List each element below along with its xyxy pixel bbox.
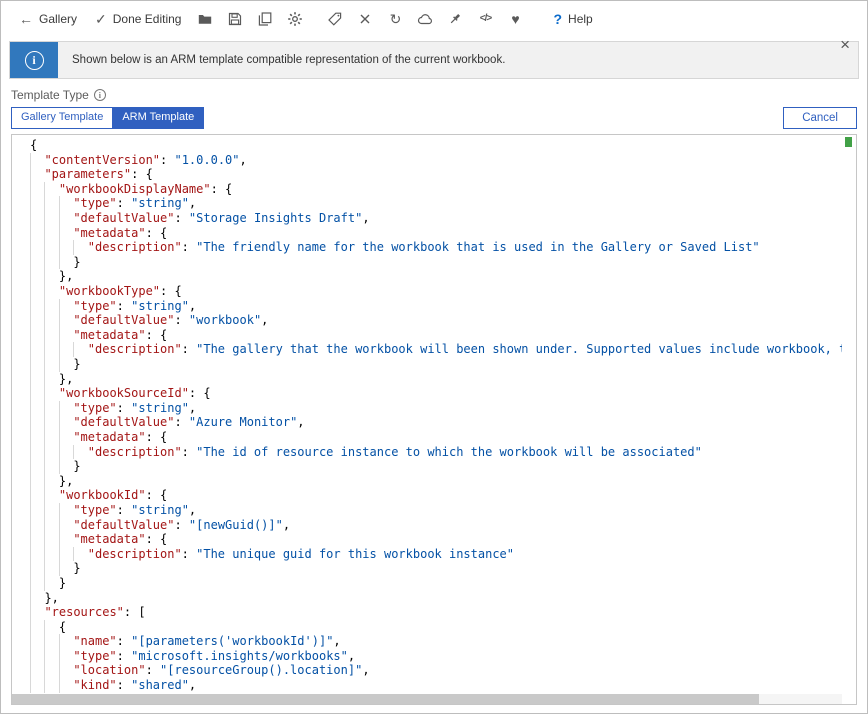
tab-arm-template[interactable]: ARM Template: [112, 107, 204, 128]
code-line: "metadata": {: [30, 328, 842, 343]
info-banner: i Shown below is an ARM template compati…: [9, 41, 859, 79]
code-line: "workbookDisplayName": {: [30, 182, 842, 197]
code-line: }: [30, 357, 842, 372]
save-as-icon: [257, 11, 273, 27]
code-line: "defaultValue": "[newGuid()]",: [30, 518, 842, 533]
cloud-button[interactable]: [411, 6, 439, 32]
code-line: "defaultValue": "Azure Monitor",: [30, 415, 842, 430]
code-line: "parameters": {: [30, 167, 842, 182]
code-line: "workbookType": {: [30, 284, 842, 299]
code-line: "metadata": {: [30, 532, 842, 547]
close-button[interactable]: [351, 6, 379, 32]
code-line: "description": "The id of resource insta…: [30, 445, 842, 460]
cloud-icon: [417, 11, 433, 27]
back-arrow-icon: ←: [19, 12, 33, 26]
open-button[interactable]: [191, 6, 219, 32]
code-line: {: [30, 138, 842, 153]
code-lines[interactable]: { "contentVersion": "1.0.0.0", "paramete…: [12, 135, 842, 693]
arm-template-editor[interactable]: { "contentVersion": "1.0.0.0", "paramete…: [11, 134, 857, 705]
horizontal-scrollbar-thumb[interactable]: [12, 694, 759, 704]
toolbar: ← Gallery ✓ Done Editing ↻: [1, 1, 867, 37]
code-line: }: [30, 561, 842, 576]
settings-gear-icon: [287, 11, 303, 27]
code-line: "location": "[resourceGroup().location]"…: [30, 663, 842, 678]
code-line: },: [30, 372, 842, 387]
save-as-button[interactable]: [251, 6, 279, 32]
code-icon: </>: [480, 14, 491, 24]
info-circle-glyph: i: [25, 51, 44, 70]
template-type-label: Template Type: [11, 88, 89, 102]
code-line: "type": "string",: [30, 196, 842, 211]
tab-gallery-template[interactable]: Gallery Template: [11, 107, 113, 128]
code-line: "metadata": {: [30, 430, 842, 445]
code-line: "description": "The unique guid for this…: [30, 547, 842, 562]
open-folder-icon: [197, 11, 213, 27]
close-x-icon: [357, 11, 373, 27]
code-line: "resources": [: [30, 605, 842, 620]
code-line: "kind": "shared",: [30, 678, 842, 693]
gallery-button[interactable]: ← Gallery: [11, 8, 85, 30]
code-line: "description": "The gallery that the wor…: [30, 342, 842, 357]
vertical-scrollbar[interactable]: [842, 135, 856, 693]
code-line: },: [30, 474, 842, 489]
heart-icon: ♥: [511, 12, 519, 26]
settings-button[interactable]: [281, 6, 309, 32]
code-line: "metadata": {: [30, 226, 842, 241]
code-line: "type": "string",: [30, 299, 842, 314]
code-line: "type": "string",: [30, 503, 842, 518]
help-button[interactable]: ? Help: [545, 7, 600, 31]
code-line: },: [30, 269, 842, 284]
save-button[interactable]: [221, 6, 249, 32]
help-label: Help: [568, 12, 593, 26]
code-line: "defaultValue": "Storage Insights Draft"…: [30, 211, 842, 226]
code-line: }: [30, 459, 842, 474]
pin-icon: [447, 11, 463, 27]
gallery-button-label: Gallery: [39, 12, 77, 26]
banner-message: Shown below is an ARM template compatibl…: [72, 54, 505, 66]
template-type-info-icon: i: [94, 89, 106, 101]
check-icon: ✓: [95, 12, 107, 26]
banner-close-icon[interactable]: ×: [832, 36, 858, 53]
refresh-button[interactable]: ↻: [381, 6, 409, 32]
done-editing-label: Done Editing: [113, 12, 182, 26]
done-editing-button[interactable]: ✓ Done Editing: [87, 8, 189, 30]
save-icon: [227, 11, 243, 27]
code-line: "workbookSourceId": {: [30, 386, 842, 401]
template-tabs: Gallery Template ARM Template Cancel: [11, 107, 857, 129]
cancel-button[interactable]: Cancel: [783, 107, 857, 129]
template-type-row: Template Type i: [11, 88, 867, 102]
code-line: "name": "[parameters('workbookId')]",: [30, 634, 842, 649]
tag-icon: [327, 11, 343, 27]
refresh-icon: ↻: [390, 12, 402, 26]
pin-button[interactable]: [441, 6, 469, 32]
horizontal-scrollbar[interactable]: [12, 694, 842, 704]
help-question-icon: ?: [553, 11, 562, 27]
code-view-button[interactable]: </>: [471, 6, 499, 32]
code-line: "defaultValue": "workbook",: [30, 313, 842, 328]
overview-ruler-marker: [845, 137, 852, 147]
code-line: "workbookId": {: [30, 488, 842, 503]
favorite-button[interactable]: ♥: [501, 6, 529, 32]
code-line: "type": "microsoft.insights/workbooks",: [30, 649, 842, 664]
tag-button[interactable]: [321, 6, 349, 32]
code-line: {: [30, 620, 842, 635]
workbook-window: ← Gallery ✓ Done Editing ↻: [0, 0, 868, 714]
code-line: "description": "The friendly name for th…: [30, 240, 842, 255]
code-line: },: [30, 591, 842, 606]
info-icon: i: [10, 42, 58, 78]
code-line: }: [30, 255, 842, 270]
code-line: }: [30, 576, 842, 591]
code-line: "type": "string",: [30, 401, 842, 416]
code-line: "contentVersion": "1.0.0.0",: [30, 153, 842, 168]
